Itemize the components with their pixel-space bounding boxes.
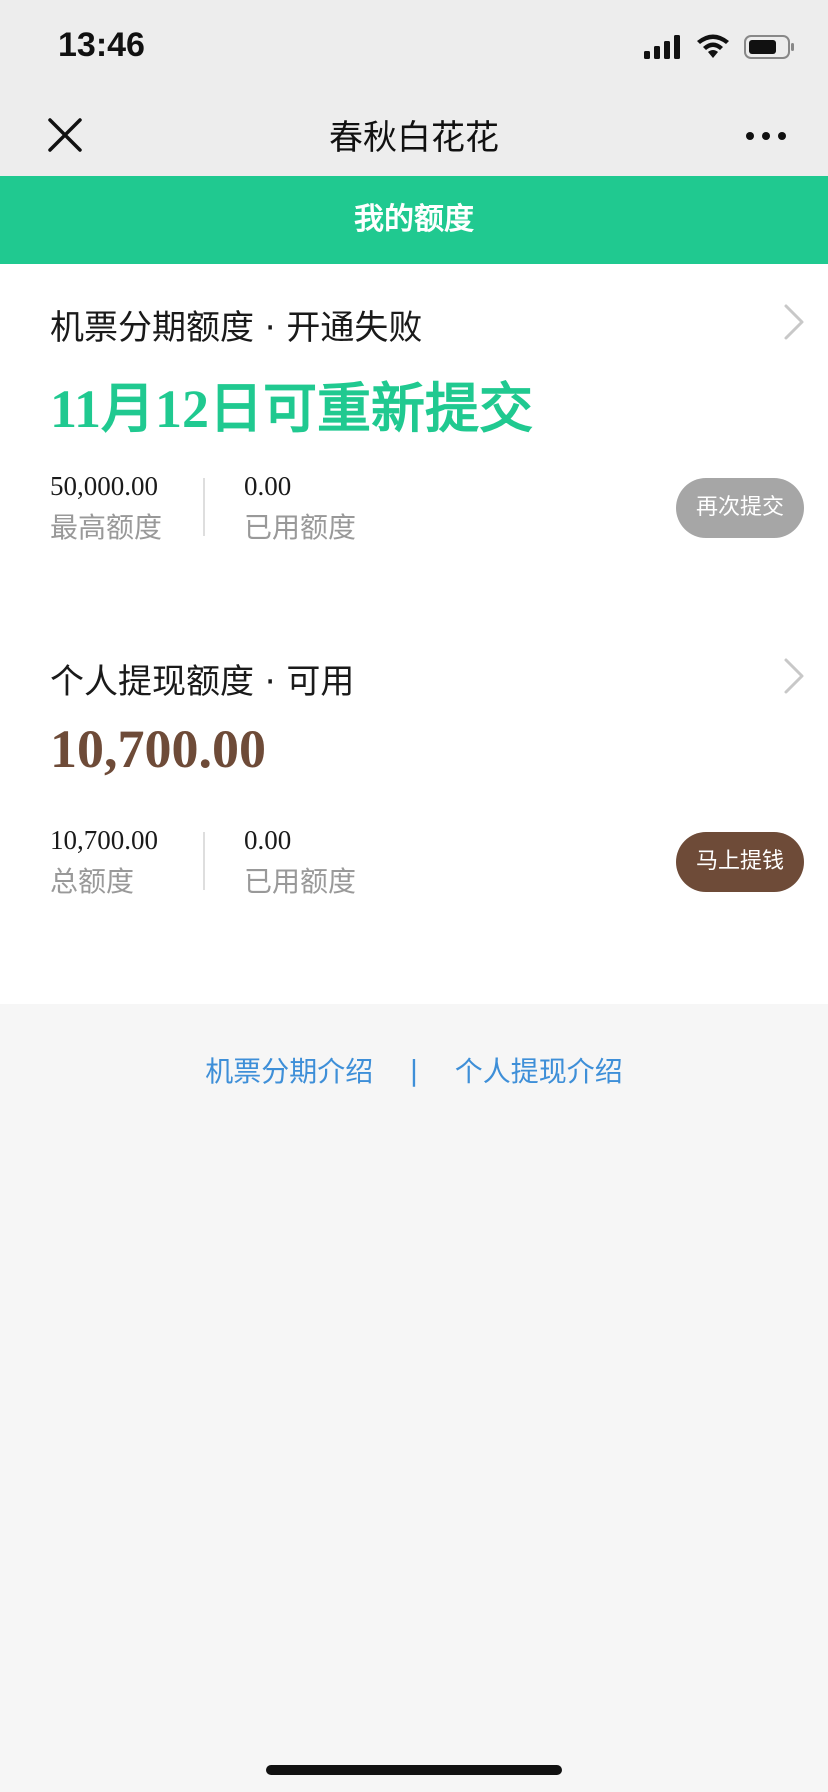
- home-indicator[interactable]: [266, 1765, 562, 1775]
- quota-card: 机票分期额度 · 开通失败 11月12日可重新提交 50,000.00 最高额度…: [0, 264, 828, 1004]
- more-icon[interactable]: [742, 116, 790, 156]
- stat-divider: [203, 832, 205, 890]
- used-quota-label: 已用额度: [244, 511, 357, 544]
- withdraw-now-button[interactable]: 马上提钱: [676, 832, 804, 892]
- status-time: 13:46: [58, 26, 145, 64]
- cellular-signal-icon: [644, 35, 682, 63]
- total-quota-stat: 10,700.00 总额度: [50, 822, 158, 902]
- used-quota-stat: 0.00 已用额度: [244, 822, 356, 902]
- max-quota-value: 50,000.00: [50, 471, 158, 501]
- used-quota-stat: 0.00 已用额度: [244, 468, 356, 548]
- nav-bar: 春秋白花花: [0, 96, 828, 176]
- status-icons: [644, 34, 796, 64]
- used-quota-label: 已用额度: [244, 865, 357, 898]
- flight-installment-section[interactable]: 机票分期额度 · 开通失败 11月12日可重新提交 50,000.00 最高额度…: [0, 264, 828, 604]
- status-bar: 13:46: [0, 0, 828, 96]
- intro-links: 机票分期介绍 | 个人提现介绍: [0, 1050, 828, 1090]
- resubmit-button[interactable]: 再次提交: [676, 478, 804, 538]
- quota-header: 我的额度: [0, 176, 828, 264]
- total-quota-label: 总额度: [50, 865, 135, 898]
- available-amount-text: 10,700.00: [50, 719, 266, 779]
- used-quota-value: 0.00: [244, 825, 292, 855]
- max-quota-label: 最高额度: [50, 511, 163, 544]
- resubmit-date-text: 11月12日可重新提交: [50, 379, 534, 439]
- personal-withdraw-section[interactable]: 个人提现额度 · 可用 10,700.00 10,700.00 总额度 0.00…: [0, 618, 828, 958]
- section-title: 个人提现额度 · 可用: [50, 662, 355, 702]
- chevron-right-icon[interactable]: [782, 302, 806, 342]
- max-quota-stat: 50,000.00 最高额度: [50, 468, 162, 548]
- battery-icon: [744, 34, 796, 64]
- chevron-right-icon[interactable]: [782, 656, 806, 696]
- personal-withdraw-intro-link[interactable]: 个人提现介绍: [455, 1050, 623, 1090]
- wifi-icon: [696, 34, 730, 64]
- page-title: 春秋白花花: [329, 118, 499, 158]
- stat-divider: [203, 478, 205, 536]
- section-title: 机票分期额度 · 开通失败: [50, 308, 423, 348]
- used-quota-value: 0.00: [244, 471, 292, 501]
- flight-installment-intro-link[interactable]: 机票分期介绍: [205, 1050, 373, 1090]
- link-separator: |: [409, 1053, 419, 1087]
- total-quota-value: 10,700.00: [50, 825, 158, 855]
